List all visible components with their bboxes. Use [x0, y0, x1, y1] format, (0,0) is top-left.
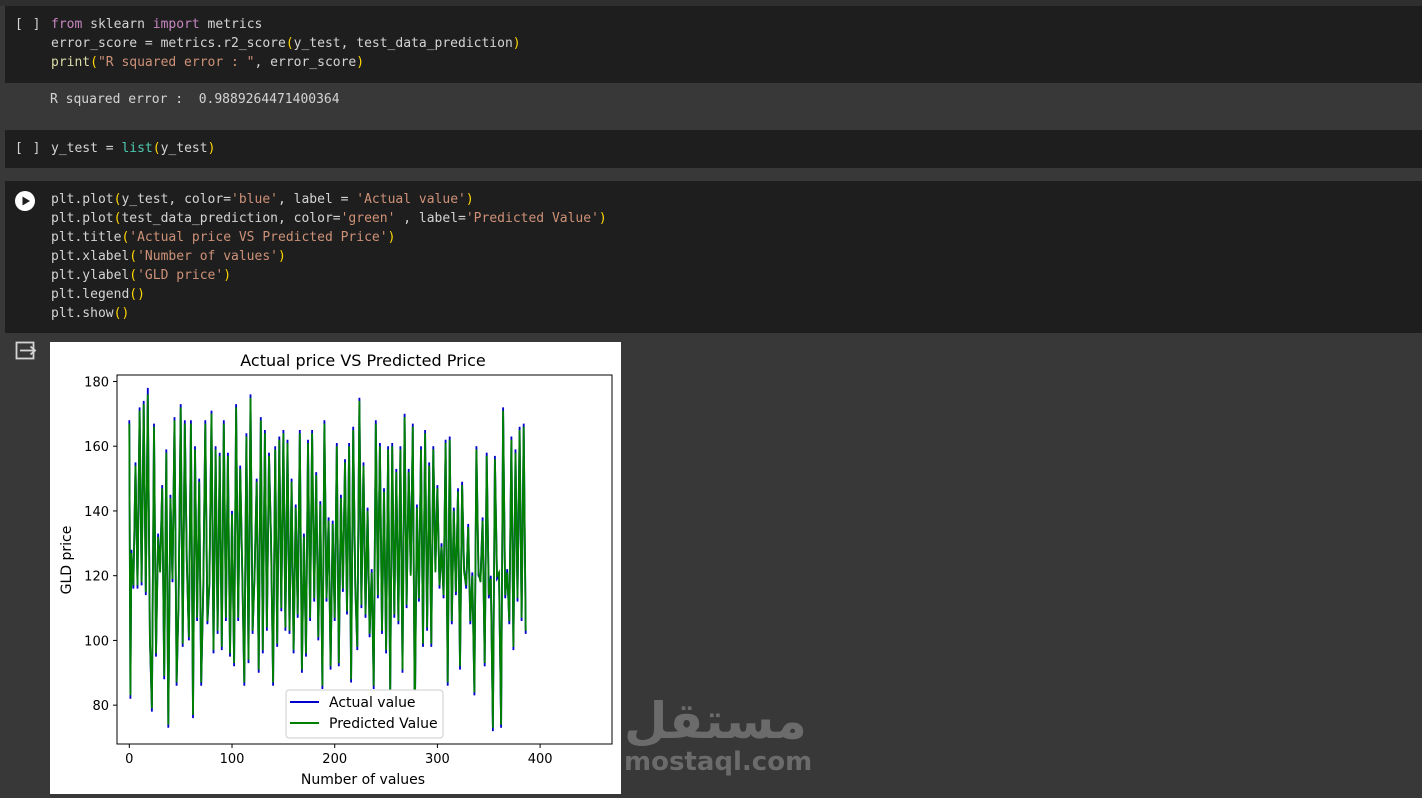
code-token: (	[129, 268, 138, 283]
code-token: 'Actual price VS Predicted Price'	[129, 230, 388, 245]
code-editor[interactable]: from sklearn import metrics error_score =…	[51, 15, 521, 72]
output-text: R squared error : 0.9889264471400364	[50, 92, 340, 107]
code-token: , label=	[395, 211, 466, 226]
code-token: )	[387, 230, 396, 245]
code-token: y_test, test_data_prediction	[293, 36, 513, 51]
code-token: )	[356, 55, 365, 70]
cell-output: R squared error : 0.9889264471400364	[5, 83, 1422, 128]
code-token: test_data_prediction, color=	[121, 211, 341, 226]
code-token: 'Actual value'	[356, 192, 466, 207]
code-line: plt.xlabel('Number of values')	[51, 247, 607, 266]
code-token: )	[512, 36, 521, 51]
code-token: 'Predicted Value'	[465, 211, 599, 226]
code-token: ()	[113, 306, 130, 321]
code-line: plt.plot(test_data_prediction, color='gr…	[51, 209, 607, 228]
code-token: y_test, color=	[121, 192, 232, 207]
code-token: "R squared error : "	[97, 55, 255, 70]
code-token: print	[51, 55, 91, 70]
y-tick-label: 140	[84, 505, 109, 520]
code-line: plt.title('Actual price VS Predicted Pri…	[51, 228, 607, 247]
legend: Actual value Predicted Value	[285, 689, 444, 739]
code-editor[interactable]: y_test = list(y_test)	[51, 139, 215, 158]
chart-title: Actual price VS Predicted Price	[240, 351, 486, 370]
y-tick-label: 180	[84, 375, 109, 390]
plot-output: Actual price VS Predicted Price 0 100 200 3…	[50, 342, 621, 794]
code-token: plt.show	[51, 306, 114, 321]
x-tick-label: 0	[125, 752, 133, 767]
y-axis-label: GLD price	[59, 526, 75, 595]
mostaql-watermark: مستقل mostaql.com	[624, 694, 812, 776]
run-cell-button[interactable]	[15, 191, 35, 211]
code-token: plt.title	[51, 230, 122, 245]
code-token: error_score = metrics.r2_score	[51, 36, 286, 51]
series-line-predicted	[128, 394, 527, 728]
code-token: )	[207, 141, 216, 156]
line-chart: Actual price VS Predicted Price 0 100 200 3…	[59, 351, 613, 788]
code-line: plt.plot(y_test, color='blue', label = '…	[51, 190, 607, 209]
legend-label-predicted: Predicted Value	[329, 716, 438, 732]
legend-label-actual: Actual value	[329, 695, 416, 711]
code-token: y_test =	[51, 141, 122, 156]
code-token: plt.legend	[51, 287, 130, 302]
code-cell-list[interactable]: [ ] y_test = list(y_test)	[5, 130, 1422, 168]
code-token: (	[129, 249, 138, 264]
code-token: )	[278, 249, 286, 264]
code-token: 'blue'	[231, 192, 278, 207]
code-line: plt.show()	[51, 304, 607, 323]
code-token: plt.xlabel	[51, 249, 130, 264]
code-token: plt.plot	[51, 211, 114, 226]
x-axis-label: Number of values	[301, 772, 425, 788]
code-line: plt.legend()	[51, 285, 607, 304]
code-cell-plot[interactable]: plt.plot ( y_test, color='blue', label = '…	[5, 181, 1422, 333]
code-token: 'GLD price'	[137, 268, 224, 283]
code-token: import	[152, 17, 200, 32]
watermark-logo-arabic: مستقل	[624, 692, 809, 750]
code-token: ()	[129, 287, 145, 302]
x-tick-label: 100	[220, 752, 245, 767]
code-line: plt.ylabel('GLD price')	[51, 266, 607, 285]
code-token: , error_score	[254, 55, 357, 70]
code-line: from sklearn import metrics	[51, 15, 521, 34]
code-token: , label =	[278, 192, 357, 207]
y-tick-label: 120	[84, 570, 109, 585]
code-token: y_test	[160, 141, 208, 156]
code-line: print("R squared error : ", error_score)	[51, 53, 521, 72]
code-token: sklearn	[82, 17, 153, 32]
code-token: plt.plot	[51, 192, 114, 207]
code-token: metrics	[199, 17, 263, 32]
x-tick-label: 400	[528, 752, 553, 767]
code-token: from	[51, 17, 83, 32]
play-circle-icon	[22, 196, 30, 206]
code-editor[interactable]: plt.plot ( y_test, color='blue', label = '…	[51, 190, 607, 323]
watermark-logo-latin: mostaql.com	[624, 747, 813, 777]
code-cell-metrics[interactable]: [ ] from sklearn import metrics error_sco…	[5, 6, 1422, 83]
code-token: plt.ylabel	[51, 268, 130, 283]
code-token: 'Number of values'	[137, 249, 278, 264]
cell-execution-count[interactable]: [ ]	[15, 17, 41, 32]
x-tick-label: 300	[425, 752, 450, 767]
x-tick-label: 200	[322, 752, 347, 767]
cell-execution-count[interactable]: [ ]	[15, 141, 41, 156]
code-token: )	[465, 192, 474, 207]
y-tick-label: 100	[84, 634, 109, 649]
code-token: list	[121, 141, 153, 156]
code-line: error_score = metrics.r2_score(y_test, t…	[51, 34, 521, 53]
output-redirect-icon[interactable]	[15, 341, 37, 365]
code-line: y_test = list(y_test)	[51, 139, 215, 158]
code-token: (	[90, 55, 98, 70]
code-token: (	[152, 141, 161, 156]
y-tick-label: 160	[84, 440, 109, 455]
code-token: )	[223, 268, 232, 283]
y-tick-label: 80	[92, 699, 109, 714]
code-token: (	[285, 36, 294, 51]
code-token: )	[598, 211, 607, 226]
code-token: 'green'	[340, 211, 396, 226]
